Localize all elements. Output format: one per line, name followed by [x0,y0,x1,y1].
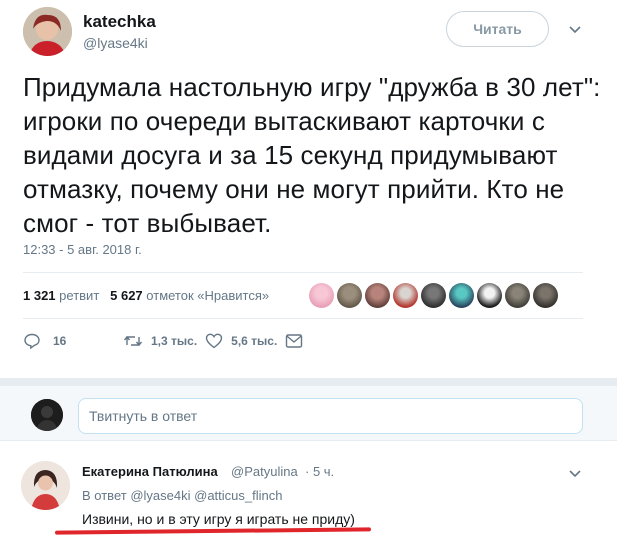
retweet-icon[interactable] [123,332,143,350]
dm-action[interactable] [285,333,303,349]
reply-icon[interactable] [23,332,41,350]
reply-author-name[interactable]: Екатерина Патюлина [82,464,218,479]
tweet-stats: 1 321 ретвит 5 627 отметок «Нравится» [23,288,269,303]
retweet-action[interactable]: 1,3 тыс. [123,332,197,350]
liker-avatar[interactable] [365,283,390,308]
liker-avatar[interactable] [337,283,362,308]
liker-avatar[interactable] [421,283,446,308]
reply-to-prefix: В ответ [82,488,127,503]
mention-link[interactable]: @atticus_flinch [194,488,282,503]
liker-avatar[interactable] [393,283,418,308]
author-name[interactable]: katechka [83,12,156,32]
liker-avatar[interactable] [309,283,334,308]
divider [0,440,617,441]
like-count[interactable]: 5,6 тыс. [231,334,277,348]
mention-link[interactable]: @lyase4ki [130,488,190,503]
author-handle[interactable]: @lyase4ki [83,35,148,51]
like-action[interactable]: 5,6 тыс. [205,332,277,350]
reply-time[interactable]: · 5 ч. [305,464,334,479]
likers-avatars [309,283,558,308]
liker-avatar[interactable] [505,283,530,308]
reply-to-line: В ответ @lyase4ki @atticus_flinch [82,488,282,503]
red-underline-mark [54,527,372,535]
likes-label[interactable]: отметок «Нравится» [146,288,269,303]
retweet-count[interactable]: 1,3 тыс. [151,334,197,348]
divider [23,272,583,273]
tweet-text: Придумала настольную игру "дружба в 30 л… [23,72,601,238]
reply-text: Извини, но и в эту игру я играть не прид… [82,511,355,527]
section-separator [0,378,617,386]
liker-avatar[interactable] [533,283,558,308]
likes-count[interactable]: 5 627 [110,288,143,303]
reply-input[interactable]: Твитнуть в ответ [78,398,583,434]
dm-icon[interactable] [285,333,303,349]
reply-author-avatar[interactable] [21,461,70,510]
reply-action[interactable]: 16 [23,332,91,350]
heart-icon[interactable] [205,332,223,350]
retweets-label[interactable]: ретвит [59,288,99,303]
reply-author-handle[interactable]: @Patyulina [231,464,298,479]
author-avatar[interactable] [23,7,72,56]
caret-down-icon[interactable] [568,22,582,36]
divider [23,318,583,319]
tweet-timestamp[interactable]: 12:33 - 5 авг. 2018 г. [23,242,142,257]
retweets-count[interactable]: 1 321 [23,288,56,303]
tweet-actions: 16 1,3 тыс. 5,6 тыс. [23,332,303,350]
caret-down-icon[interactable] [568,466,582,480]
liker-avatar[interactable] [449,283,474,308]
reply-count[interactable]: 16 [53,334,91,348]
follow-button[interactable]: Читать [446,11,549,47]
current-user-avatar[interactable] [31,399,63,431]
liker-avatar[interactable] [477,283,502,308]
